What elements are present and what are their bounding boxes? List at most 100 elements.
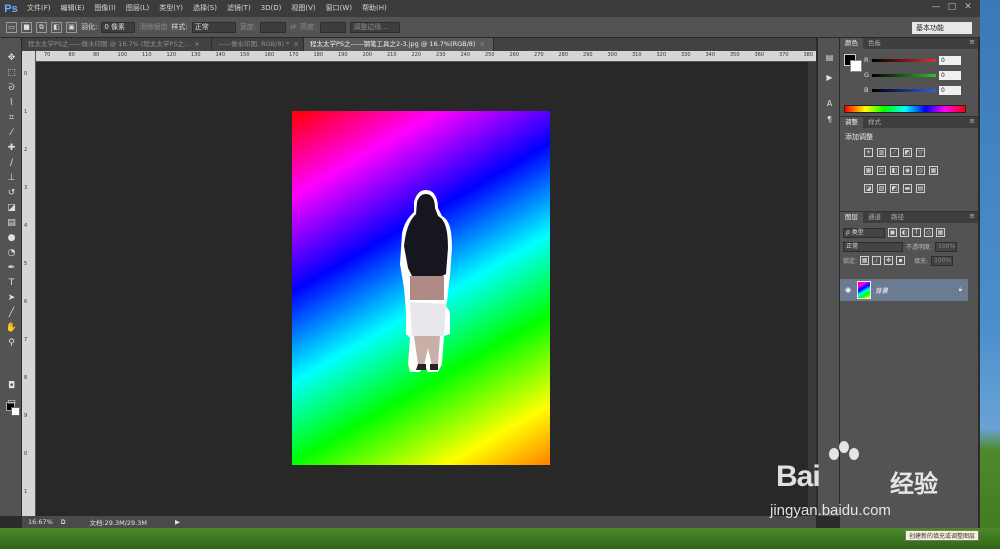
- new-selection-icon[interactable]: ■: [21, 21, 32, 33]
- pen-tool-icon[interactable]: ✒: [5, 262, 18, 275]
- brush-tool-icon[interactable]: ∕: [5, 157, 18, 170]
- feather-input[interactable]: 0 像素: [101, 21, 136, 33]
- threshold-icon[interactable]: ◩: [890, 184, 899, 193]
- lock-transparent-icon[interactable]: ▦: [860, 256, 870, 265]
- blend-mode-select[interactable]: 正常: [843, 241, 903, 252]
- tab-close-icon[interactable]: ×: [194, 40, 199, 48]
- dodge-tool-icon[interactable]: ◔: [5, 247, 18, 260]
- style-select[interactable]: 正常: [191, 21, 236, 33]
- status-menu-arrow-icon[interactable]: ▶: [175, 518, 180, 526]
- history-panel-icon[interactable]: ▤: [824, 52, 835, 63]
- layer-kind-select[interactable]: ρ 类型: [843, 227, 885, 238]
- panel-menu-icon[interactable]: ≡: [969, 117, 975, 125]
- vibrance-icon[interactable]: ▽: [916, 148, 925, 157]
- photo-filter-icon[interactable]: ◉: [903, 166, 912, 175]
- hand-tool-icon[interactable]: ✋: [5, 322, 18, 335]
- gradient-map-icon[interactable]: ▬: [903, 184, 912, 193]
- panel-menu-icon[interactable]: ≡: [969, 212, 975, 220]
- opacity-input[interactable]: 100%: [935, 241, 958, 252]
- selective-color-icon[interactable]: ▤: [916, 184, 925, 193]
- vertical-ruler[interactable]: 0 1 2 3 4 5 6 7 8 9 0 1: [22, 51, 36, 516]
- minimize-button[interactable]: —: [930, 2, 942, 12]
- green-value[interactable]: 0: [939, 70, 961, 80]
- tab-styles[interactable]: 样式: [863, 117, 886, 128]
- character-panel-icon[interactable]: A: [824, 98, 835, 109]
- color-spectrum-ramp[interactable]: [844, 105, 966, 113]
- hue-saturation-icon[interactable]: ▦: [864, 166, 873, 175]
- curves-icon[interactable]: ⟋: [890, 148, 899, 157]
- marquee-preset-icon[interactable]: ▭: [6, 21, 17, 33]
- tab-watermark-doc[interactable]: 程太太学PS之——做水印图 @ 16.7% (程太太学PS之... ×: [22, 38, 212, 51]
- path-select-icon[interactable]: ➤: [5, 292, 18, 305]
- height-input[interactable]: [320, 21, 347, 33]
- eyedropper-tool-icon[interactable]: ⁄: [5, 127, 18, 140]
- swap-icon[interactable]: ⇄: [290, 23, 296, 31]
- shape-tool-icon[interactable]: ╱: [5, 307, 18, 320]
- background-color-swatch[interactable]: [850, 60, 862, 72]
- close-button[interactable]: ✕: [962, 2, 974, 12]
- menu-filter[interactable]: 滤镜(T): [222, 0, 256, 17]
- visibility-eye-icon[interactable]: ◉: [845, 286, 853, 294]
- menu-window[interactable]: 窗口(W): [321, 0, 357, 17]
- menu-edit[interactable]: 编辑(E): [56, 0, 90, 17]
- menu-3d[interactable]: 3D(D): [256, 0, 287, 17]
- workspace-select[interactable]: 基本功能: [912, 22, 972, 34]
- quick-mask-icon[interactable]: ◘: [5, 380, 18, 393]
- panel-menu-icon[interactable]: ≡: [969, 38, 975, 46]
- tab-pen-tool-doc[interactable]: 程太太学PS之——钢笔工具之2-3.jpg @ 16.7%(RGB/8) ×: [304, 38, 494, 51]
- menu-file[interactable]: 文件(F): [22, 0, 56, 17]
- menu-view[interactable]: 视图(V): [286, 0, 320, 17]
- maximize-button[interactable]: □: [946, 2, 958, 12]
- lock-all-icon[interactable]: ▪: [896, 256, 906, 265]
- antialias-checkbox[interactable]: 消除锯齿: [139, 22, 167, 32]
- export-icon[interactable]: ⧉: [61, 518, 66, 527]
- red-value[interactable]: 0: [939, 55, 961, 65]
- channel-mixer-icon[interactable]: ◎: [916, 166, 925, 175]
- zoom-level[interactable]: 16.67%: [28, 518, 53, 526]
- filter-type-icon[interactable]: T: [912, 228, 921, 237]
- gradient-tool-icon[interactable]: ▤: [5, 217, 18, 230]
- marquee-tool-icon[interactable]: ⬚: [5, 67, 18, 80]
- menu-image[interactable]: 图像(I): [89, 0, 121, 17]
- blue-value[interactable]: 0: [939, 85, 961, 95]
- tab-swatches[interactable]: 色板: [863, 38, 886, 49]
- green-track[interactable]: [872, 73, 936, 77]
- tab-channels[interactable]: 通道: [863, 212, 886, 223]
- tab-layers[interactable]: 图层: [840, 212, 863, 223]
- menu-select[interactable]: 选择(S): [188, 0, 222, 17]
- fill-input[interactable]: 100%: [931, 255, 954, 266]
- subtract-selection-icon[interactable]: ◧: [51, 21, 62, 33]
- add-selection-icon[interactable]: ⧉: [36, 21, 47, 33]
- quick-select-tool-icon[interactable]: ⌇: [5, 97, 18, 110]
- refine-edge-button[interactable]: 调整边缘...: [350, 21, 401, 33]
- type-tool-icon[interactable]: T: [5, 277, 18, 290]
- filter-smart-icon[interactable]: ▦: [936, 228, 945, 237]
- paragraph-panel-icon[interactable]: ¶: [824, 114, 835, 125]
- green-slider[interactable]: G 0: [864, 70, 961, 80]
- filter-pixel-icon[interactable]: ▣: [888, 228, 897, 237]
- history-brush-icon[interactable]: ↺: [5, 187, 18, 200]
- tab-color[interactable]: 颜色: [840, 38, 863, 49]
- black-white-icon[interactable]: ◧: [890, 166, 899, 175]
- color-lookup-icon[interactable]: ▦: [929, 166, 938, 175]
- posterize-icon[interactable]: ▨: [877, 184, 886, 193]
- brightness-icon[interactable]: ☀: [864, 148, 873, 157]
- intersect-selection-icon[interactable]: ▣: [66, 21, 77, 33]
- screen-mode-icon[interactable]: ▭: [5, 396, 18, 409]
- zoom-tool-icon[interactable]: ⚲: [5, 337, 18, 350]
- tab-close-icon[interactable]: ×: [479, 40, 484, 48]
- lock-pixels-icon[interactable]: ∕: [872, 256, 882, 265]
- tab-watermark-doc-2[interactable]: ——做水印图, RGB/8) * ×: [212, 38, 304, 51]
- tab-close-icon[interactable]: ×: [293, 40, 298, 48]
- actions-panel-icon[interactable]: ▶: [824, 72, 835, 83]
- menu-type[interactable]: 类型(Y): [154, 0, 188, 17]
- width-input[interactable]: [260, 21, 287, 33]
- healing-tool-icon[interactable]: ✚: [5, 142, 18, 155]
- exposure-icon[interactable]: ◩: [903, 148, 912, 157]
- lasso-tool-icon[interactable]: ᘐ: [5, 82, 18, 95]
- blur-tool-icon[interactable]: ●: [5, 232, 18, 245]
- menu-help[interactable]: 帮助(H): [357, 0, 392, 17]
- red-slider[interactable]: R 0: [864, 55, 961, 65]
- invert-icon[interactable]: ◪: [864, 184, 873, 193]
- levels-icon[interactable]: ▥: [877, 148, 886, 157]
